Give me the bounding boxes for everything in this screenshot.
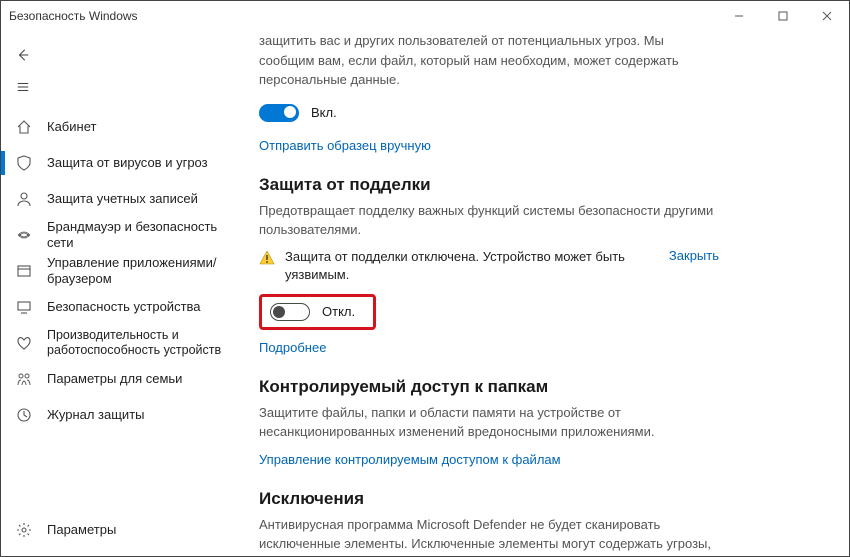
sidebar-item-account[interactable]: Защита учетных записей <box>1 181 239 217</box>
app-icon <box>15 263 33 279</box>
window-title: Безопасность Windows <box>9 9 138 23</box>
shield-icon <box>15 155 33 171</box>
manage-cfa-link[interactable]: Управление контролируемым доступом к фай… <box>259 452 719 467</box>
sidebar-item-label: Управление приложениями/браузером <box>47 255 229 286</box>
sample-submission-toggle[interactable] <box>259 104 299 122</box>
dismiss-warning-link[interactable]: Закрыть <box>669 248 719 263</box>
toggle-label: Вкл. <box>311 105 337 120</box>
family-icon <box>15 371 33 387</box>
sidebar-item-history[interactable]: Журнал защиты <box>1 397 239 433</box>
tamper-toggle-highlight: Откл. <box>259 294 376 330</box>
content-pane[interactable]: защитить вас и других пользователей от п… <box>239 31 849 556</box>
sidebar-item-label: Брандмауэр и безопасность сети <box>47 219 229 250</box>
sidebar-item-label: Защита от вирусов и угроз <box>47 155 229 171</box>
sidebar: Кабинет Защита от вирусов и угроз Защита… <box>1 31 239 556</box>
back-button[interactable] <box>3 39 43 71</box>
section-title: Исключения <box>259 489 719 509</box>
section-desc: Защитите файлы, папки и области памяти н… <box>259 403 719 442</box>
heart-icon <box>15 335 33 351</box>
home-icon <box>15 119 33 135</box>
cfa-section: Контролируемый доступ к папкам Защитите … <box>259 377 719 467</box>
sidebar-item-firewall[interactable]: Брандмауэр и безопасность сети <box>1 217 239 253</box>
history-icon <box>15 407 33 423</box>
section-title: Контролируемый доступ к папкам <box>259 377 719 397</box>
warning-text: Защита от подделки отключена. Устройство… <box>285 248 653 284</box>
toggle-label: Откл. <box>322 304 355 319</box>
window-controls <box>717 1 849 31</box>
warning-icon <box>259 250 275 266</box>
sidebar-item-label: Производительность и работоспособность у… <box>47 328 229 358</box>
intro-paragraph: защитить вас и других пользователей от п… <box>259 31 719 90</box>
sidebar-item-family[interactable]: Параметры для семьи <box>1 361 239 397</box>
submit-sample-link[interactable]: Отправить образец вручную <box>259 138 719 153</box>
sidebar-item-appbrowser[interactable]: Управление приложениями/браузером <box>1 253 239 289</box>
sidebar-item-performance[interactable]: Производительность и работоспособность у… <box>1 325 239 361</box>
account-icon <box>15 191 33 207</box>
hamburger-button[interactable] <box>3 71 43 103</box>
section-desc: Антивирусная программа Microsoft Defende… <box>259 515 719 556</box>
nav: Кабинет Защита от вирусов и угроз Защита… <box>1 109 239 508</box>
section-title: Защита от подделки <box>259 175 719 195</box>
sidebar-item-label: Журнал защиты <box>47 407 229 423</box>
firewall-icon <box>15 227 33 243</box>
sidebar-item-label: Кабинет <box>47 119 229 135</box>
sidebar-item-label: Параметры для семьи <box>47 371 229 387</box>
gear-icon <box>15 522 33 538</box>
learn-more-link[interactable]: Подробнее <box>259 340 719 355</box>
section-desc: Предотвращает подделку важных функций си… <box>259 201 719 240</box>
sidebar-item-label: Параметры <box>47 522 229 538</box>
device-icon <box>15 299 33 315</box>
close-button[interactable] <box>805 1 849 31</box>
maximize-button[interactable] <box>761 1 805 31</box>
sidebar-item-virus[interactable]: Защита от вирусов и угроз <box>1 145 239 181</box>
minimize-button[interactable] <box>717 1 761 31</box>
tamper-section: Защита от подделки Предотвращает подделк… <box>259 175 719 355</box>
sidebar-item-settings[interactable]: Параметры <box>1 512 239 548</box>
exclusions-section: Исключения Антивирусная программа Micros… <box>259 489 719 556</box>
sidebar-item-label: Защита учетных записей <box>47 191 229 207</box>
tamper-protection-toggle[interactable] <box>270 303 310 321</box>
sidebar-item-device[interactable]: Безопасность устройства <box>1 289 239 325</box>
sidebar-item-label: Безопасность устройства <box>47 299 229 315</box>
sidebar-item-home[interactable]: Кабинет <box>1 109 239 145</box>
titlebar: Безопасность Windows <box>1 1 849 31</box>
